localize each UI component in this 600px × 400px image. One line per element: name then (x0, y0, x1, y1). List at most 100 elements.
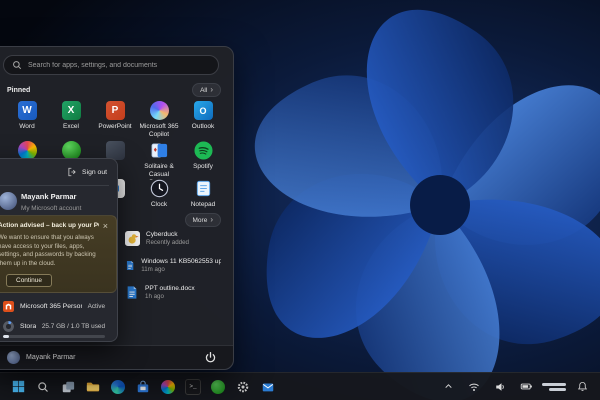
app-label: Microsoft 365 Copilot (139, 123, 179, 139)
photos-icon (161, 379, 175, 394)
store-icon (137, 380, 149, 392)
cyberduck-icon (125, 230, 140, 246)
chevron-right-icon (210, 86, 213, 94)
pinned-app-copilot[interactable]: Microsoft 365 Copilot (137, 101, 181, 139)
recommended-title: Cyberduck (146, 230, 178, 238)
solitaire-icon (150, 141, 169, 160)
task-view-icon (62, 381, 75, 392)
pinned-app-outlook[interactable]: Outlook (181, 101, 225, 139)
pinned-app-spotify[interactable]: Spotify (181, 141, 225, 180)
more-label: More (192, 216, 208, 224)
taskbar-apps (8, 377, 278, 397)
power-button[interactable] (201, 349, 219, 367)
search-icon (13, 61, 22, 70)
pinned-header: Pinned All (7, 83, 221, 97)
app-label: Notepad (190, 201, 216, 208)
desktop: Search for apps, settings, and documents… (0, 0, 600, 400)
pinned-app-clock[interactable]: Clock (137, 179, 181, 209)
continue-button[interactable]: Continue (6, 273, 53, 287)
recommended-subtitle: Recently added (146, 238, 189, 246)
all-apps-label: All (200, 86, 208, 94)
outlook-icon (193, 101, 213, 120)
notepad-icon (194, 179, 213, 198)
clock-datetime[interactable] (542, 382, 566, 391)
copilot-icon (149, 101, 169, 120)
app-label: Spotify (193, 163, 213, 170)
recommended-item-ppt-outline[interactable]: PPT outline.docx 1h ago (125, 281, 221, 303)
spotify-icon (193, 141, 213, 160)
subscription-name: Microsoft 365 Personal (20, 302, 82, 310)
mail-button[interactable] (258, 377, 278, 397)
more-button[interactable]: More (184, 213, 221, 227)
sign-out-label: Sign out (82, 168, 107, 176)
windows-start-icon (12, 380, 24, 393)
sign-out-button[interactable]: Sign out (67, 165, 107, 179)
storage-row[interactable]: Storage 25.7 GB / 1.0 TB used (3, 319, 105, 333)
tray-network[interactable] (464, 377, 484, 397)
photos-button[interactable] (158, 377, 178, 397)
recommended-item-update-doc[interactable]: Windows 11 KB5062553 update iss... 11m a… (125, 254, 221, 276)
taskbar-search-button[interactable] (33, 377, 53, 397)
recommended-subtitle: 11m ago (141, 265, 165, 273)
storage-usage: 25.7 GB / 1.0 TB used (41, 322, 105, 330)
recommended-item-cyberduck[interactable]: Cyberduck Recently added (125, 227, 221, 249)
banner-title: Action advised – back up your PC (0, 222, 99, 229)
recommended-subtitle: 1h ago (145, 292, 164, 300)
recommended-header: More (184, 213, 221, 227)
notification-bell[interactable] (572, 377, 592, 397)
task-view-button[interactable] (58, 377, 78, 397)
user-name: Mayank Parmar (26, 354, 76, 361)
tray-volume[interactable] (490, 377, 510, 397)
battery-icon (520, 383, 532, 390)
recommended-title: Windows 11 KB5062553 update iss... (141, 257, 221, 265)
edge-button[interactable] (108, 377, 128, 397)
gear-icon (237, 381, 249, 392)
terminal-button[interactable] (183, 377, 203, 397)
mail-icon (262, 383, 274, 391)
start-menu-footer: Mayank Parmar (0, 345, 233, 369)
clock-icon (150, 179, 169, 198)
bell-icon (577, 381, 587, 391)
banner-body: We want to ensure that you always have a… (0, 234, 96, 268)
app-label: Solitaire & Casual Games (144, 163, 174, 180)
tray-chevron-up[interactable] (438, 377, 458, 397)
app-label: Excel (63, 123, 79, 130)
start-button[interactable] (8, 377, 28, 397)
taskbar (0, 372, 600, 400)
pinned-app-word[interactable]: Word (5, 101, 49, 139)
pinned-app-powerpoint[interactable]: PowerPoint (93, 101, 137, 139)
recommended-title: PPT outline.docx (145, 284, 195, 292)
wifi-icon (469, 383, 479, 391)
search-input[interactable]: Search for apps, settings, and documents (3, 55, 219, 75)
close-icon[interactable] (103, 222, 108, 231)
pinned-row-1: Word Excel PowerPoint Microsoft 365 Copi… (5, 101, 225, 139)
powerpoint-icon (105, 101, 125, 120)
power-icon (205, 351, 215, 363)
settings-button[interactable] (233, 377, 253, 397)
file-explorer-button[interactable] (83, 377, 103, 397)
account-flyout: Sign out Mayank Parmar My Microsoft acco… (0, 158, 118, 342)
xbox-button[interactable] (208, 377, 228, 397)
storage-progress-bar (3, 335, 105, 338)
chevron-up-icon (444, 384, 452, 388)
folder-icon (86, 382, 100, 391)
xbox-icon (211, 379, 225, 394)
storage-icon (3, 320, 14, 332)
search-placeholder: Search for apps, settings, and documents (28, 61, 158, 69)
pinned-app-solitaire[interactable]: Solitaire & Casual Games (137, 141, 181, 180)
pinned-app-notepad[interactable]: Notepad (181, 179, 225, 209)
pinned-app-excel[interactable]: Excel (49, 101, 93, 139)
app-label: Outlook (191, 123, 215, 130)
subscription-row[interactable]: Microsoft 365 Personal Active (3, 299, 105, 313)
my-microsoft-account-link[interactable]: My Microsoft account (21, 205, 81, 212)
app-label: Word (19, 123, 35, 130)
store-button[interactable] (133, 377, 153, 397)
all-apps-button[interactable]: All (192, 83, 221, 97)
user-profile-button[interactable]: Mayank Parmar (7, 351, 75, 364)
volume-icon (496, 382, 504, 391)
avatar (7, 351, 20, 364)
excel-icon (61, 101, 81, 120)
tray-battery[interactable] (516, 377, 536, 397)
storage-label: Storage (20, 322, 36, 330)
pinned-title: Pinned (7, 86, 31, 94)
